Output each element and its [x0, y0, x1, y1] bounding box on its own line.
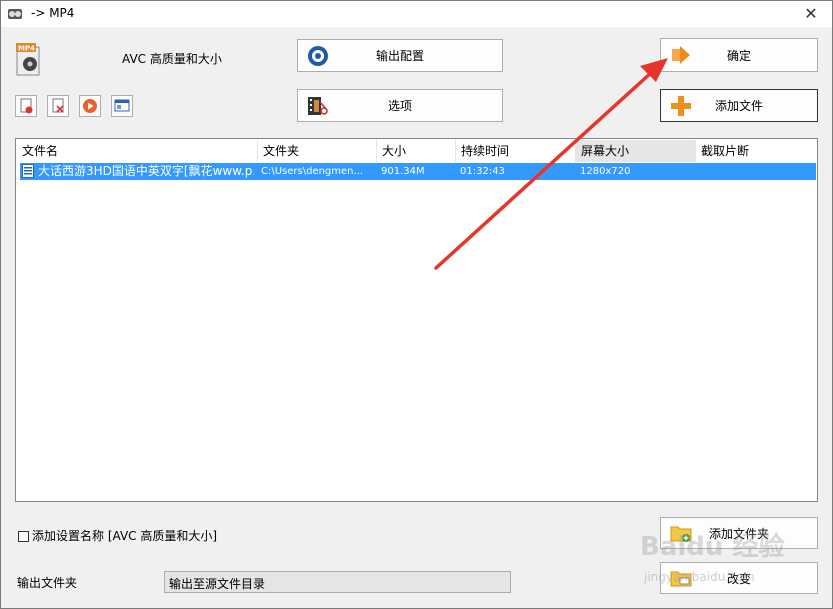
column-header-screen-size[interactable]: 屏幕大小: [576, 140, 696, 162]
arrow-right-icon: [672, 46, 690, 64]
title-bar: -> MP4 ✕: [1, 1, 832, 27]
column-header-folder[interactable]: 文件夹: [258, 140, 377, 162]
column-header-filename[interactable]: 文件名: [17, 140, 258, 162]
column-header-size[interactable]: 大小: [377, 140, 456, 162]
plus-icon: [671, 95, 691, 116]
remove-file-button[interactable]: [15, 95, 37, 117]
play-button[interactable]: [79, 95, 101, 117]
row-filename: 大话西游3HD国语中英双字[飘花www.p...: [38, 164, 254, 178]
folder-icon: [670, 571, 692, 587]
column-header-clip[interactable]: 截取片断: [696, 140, 816, 162]
add-folder-button[interactable]: 添加文件夹: [660, 517, 818, 549]
info-window-icon: [114, 99, 130, 112]
column-header-duration[interactable]: 持续时间: [456, 140, 576, 162]
close-button[interactable]: ✕: [796, 3, 826, 25]
add-folder-label: 添加文件夹: [708, 526, 769, 541]
add-name-checkbox[interactable]: [18, 531, 29, 542]
video-file-icon: [22, 164, 34, 178]
clear-list-button[interactable]: [47, 95, 69, 117]
file-list[interactable]: 文件名 文件夹 大小 持续时间 屏幕大小 截取片断: [15, 138, 818, 502]
mp4-format-icon: MP4: [16, 43, 40, 76]
clear-list-icon: [52, 98, 64, 113]
output-config-label: 输出配置: [375, 49, 424, 63]
play-icon: [83, 99, 97, 113]
svg-text:MP4: MP4: [18, 45, 35, 53]
table-row[interactable]: 大话西游3HD国语中英双字[飘花www.p... C:\Users\dengme…: [20, 163, 816, 180]
add-name-label: 添加设置名称 [AVC 高质量和大小]: [32, 529, 218, 543]
window-title: -> MP4: [31, 6, 75, 20]
add-file-label: 添加文件: [714, 99, 763, 113]
row-size: 901.34M: [381, 166, 425, 177]
file-list-header: 文件名 文件夹 大小 持续时间 屏幕大小 截取片断: [17, 140, 816, 162]
output-folder-label: 输出文件夹: [17, 576, 78, 590]
confirm-label: 确定: [726, 48, 751, 63]
options-button[interactable]: 选项: [297, 89, 503, 122]
add-file-button[interactable]: 添加文件: [660, 89, 818, 122]
output-config-button[interactable]: 输出配置: [297, 39, 503, 72]
output-folder-select[interactable]: 输出至源文件目录 ⌵: [164, 571, 511, 593]
options-label: 选项: [387, 99, 412, 113]
row-clip: [700, 163, 800, 180]
confirm-button[interactable]: 确定: [660, 38, 818, 72]
media-info-button[interactable]: [111, 95, 133, 117]
film-scissors-icon: [308, 96, 328, 115]
row-duration: 01:32:43: [460, 166, 505, 177]
folder-add-icon: [670, 526, 692, 542]
row-folder: C:\Users\dengmen...: [261, 166, 364, 177]
change-button[interactable]: 改变: [660, 562, 818, 594]
row-screen-size: 1280x720: [580, 166, 631, 177]
change-label: 改变: [726, 571, 751, 586]
chevron-down-icon: ⌵: [169, 575, 178, 588]
profile-label: AVC 高质量和大小: [122, 52, 222, 66]
remove-file-icon: [20, 98, 33, 114]
app-icon: [8, 9, 22, 19]
settings-gear-icon: [308, 45, 328, 66]
